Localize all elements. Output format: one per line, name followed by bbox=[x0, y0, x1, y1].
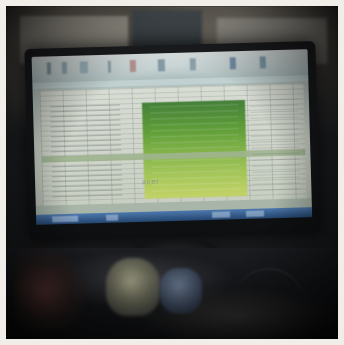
plush-toy bbox=[106, 258, 160, 316]
monitor-screen bbox=[31, 49, 313, 225]
monitor-photo: acer bbox=[0, 0, 344, 345]
right-number-columns bbox=[249, 98, 301, 196]
monitor-brand-logo: acer bbox=[141, 178, 160, 187]
spreadsheet-grid bbox=[39, 83, 307, 206]
blurred-number-cells bbox=[150, 104, 241, 195]
row-text-column bbox=[49, 104, 123, 202]
computer-monitor bbox=[24, 40, 321, 242]
ribbon-toolbar-icons bbox=[39, 55, 300, 75]
desk-object bbox=[160, 268, 202, 314]
red-object-left bbox=[15, 245, 85, 330]
